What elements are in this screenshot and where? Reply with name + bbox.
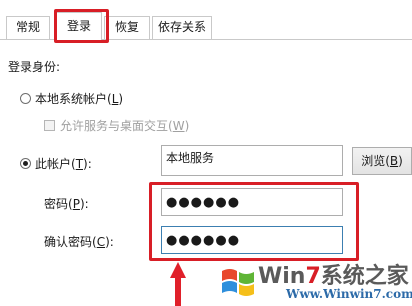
local-system-radio[interactable] <box>20 93 31 104</box>
this-account-accesskey: T <box>75 157 84 171</box>
confirm-password-label: 确认密码(C): <box>44 233 114 250</box>
password-value: ●●●●●● <box>166 195 241 210</box>
tab-general[interactable]: 常规 <box>6 16 50 39</box>
confirm-password-value: ●●●●●● <box>166 233 241 248</box>
browse-button-accesskey: B <box>389 154 399 168</box>
password-label-text: 密码( <box>44 197 73 211</box>
interact-desktop-label: 允许服务与桌面交互(W) <box>60 117 189 134</box>
local-system-label[interactable]: 本地系统帐户(L) <box>35 90 123 107</box>
tab-dependencies-label: 依存关系 <box>157 20 206 34</box>
browse-button-label: 浏览( <box>361 154 390 168</box>
password-accesskey: P <box>72 197 80 211</box>
windows-logo-icon <box>222 269 254 296</box>
tab-recovery-label: 恢复 <box>114 20 139 34</box>
confirm-password-accesskey: C <box>96 235 106 249</box>
local-system-label-suffix: ) <box>118 92 124 106</box>
watermark-brand: Win7系统之家 <box>258 258 409 290</box>
interact-desktop-checkbox[interactable] <box>44 120 55 131</box>
watermark-brand-win: Win <box>258 264 306 289</box>
tab-strip: 常规 登录 恢复 依存关系 <box>0 0 412 40</box>
site-watermark: Win7系统之家 Www.Winwin7.com <box>216 258 412 306</box>
browse-button[interactable]: 浏览(B) <box>352 147 412 175</box>
red-arrow-shaft <box>175 277 181 306</box>
local-system-label-text: 本地系统帐户( <box>35 92 112 106</box>
interact-desktop-accesskey: W <box>172 119 185 133</box>
interact-desktop-label-text: 允许服务与桌面交互( <box>60 119 173 133</box>
tab-login-label: 登录 <box>66 19 91 33</box>
password-label-suffix: ): <box>79 197 89 211</box>
browse-button-label-suffix: ) <box>398 154 403 168</box>
watermark-url: Www.Winwin7.com <box>286 287 412 301</box>
this-account-radio[interactable] <box>20 158 31 169</box>
account-name-input[interactable]: 本地服务 <box>161 145 343 176</box>
interact-desktop-label-suffix: ) <box>184 119 190 133</box>
service-properties-dialog: 常规 登录 恢复 依存关系 登录身份: 本地系统帐户(L) 允许服务与桌面交互(… <box>0 0 412 306</box>
login-as-label: 登录身份: <box>8 60 61 74</box>
watermark-brand-rest: 系统之家 <box>320 264 409 289</box>
tab-login[interactable]: 登录 <box>56 12 102 40</box>
this-account-label[interactable]: 此帐户(T): <box>35 155 92 172</box>
password-label: 密码(P): <box>44 195 89 212</box>
watermark-brand-seven: 7 <box>305 264 321 289</box>
account-name-value: 本地服务 <box>166 151 215 165</box>
confirm-password-input[interactable]: ●●●●●● <box>161 226 343 254</box>
red-arrow-up-icon <box>170 262 186 278</box>
this-account-label-text: 此帐户( <box>35 157 76 171</box>
password-input[interactable]: ●●●●●● <box>161 188 343 216</box>
confirm-password-label-suffix: ): <box>105 235 114 249</box>
tab-recovery[interactable]: 恢复 <box>104 16 150 39</box>
tab-general-label: 常规 <box>15 20 40 34</box>
this-account-label-suffix: ): <box>83 157 92 171</box>
tab-dependencies[interactable]: 依存关系 <box>152 16 212 39</box>
confirm-password-label-text: 确认密码( <box>44 235 97 249</box>
this-account-radio-dot <box>23 161 28 166</box>
